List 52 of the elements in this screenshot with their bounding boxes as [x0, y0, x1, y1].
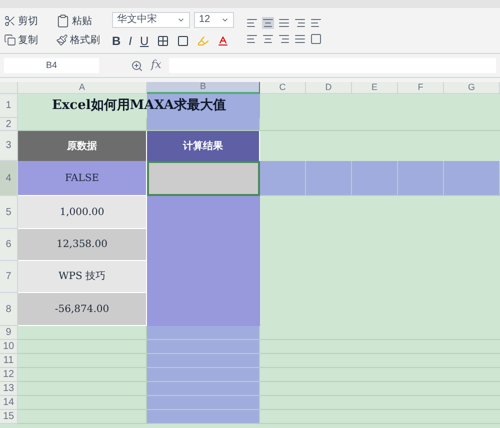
row-header[interactable]: 1	[0, 94, 18, 118]
italic-button[interactable]: I	[128, 32, 132, 50]
row-header[interactable]: 8	[0, 293, 18, 326]
table-cell: 1,000.00	[18, 196, 147, 229]
row-header[interactable]: 13	[0, 382, 18, 396]
align-center-icon[interactable]	[262, 32, 274, 44]
row-header[interactable]: 6	[0, 229, 18, 261]
row-header[interactable]: 5	[0, 196, 18, 229]
column-header[interactable]: A	[18, 82, 147, 94]
font-size-field[interactable]: 12	[194, 12, 234, 28]
column-header[interactable]: C	[260, 82, 306, 94]
cut-button[interactable]: 剪切	[4, 14, 48, 28]
font-name-field[interactable]: 华文中宋	[112, 12, 190, 28]
align-right-icon[interactable]	[278, 32, 290, 44]
scissors-icon	[4, 15, 16, 27]
borders-icon[interactable]	[156, 34, 169, 46]
table-cell: 12,358.00	[18, 229, 147, 261]
copy-icon	[4, 34, 16, 46]
table-cell: FALSE	[18, 161, 147, 196]
font-color-icon[interactable]	[216, 34, 229, 46]
row-header[interactable]: 11	[0, 354, 18, 368]
clipboard-icon	[56, 14, 70, 28]
column-header[interactable]: D	[306, 82, 352, 94]
row-header[interactable]: 9	[0, 326, 18, 340]
column-header[interactable]: G	[444, 82, 500, 94]
underline-button[interactable]: U	[140, 32, 149, 50]
selected-cell[interactable]	[147, 161, 260, 196]
row-header[interactable]: 10	[0, 340, 18, 354]
row-header[interactable]: 14	[0, 396, 18, 410]
row-header[interactable]: 4	[0, 161, 18, 196]
name-box[interactable]: B4	[4, 58, 99, 73]
brush-button[interactable]: 格式刷	[56, 32, 100, 48]
copy-button[interactable]: 复制	[4, 32, 48, 48]
row-header[interactable]: 3	[0, 131, 18, 161]
column-header[interactable]: E	[352, 82, 398, 94]
header-cell: 计算结果	[147, 131, 260, 161]
row-header[interactable]: 12	[0, 368, 18, 382]
column-header[interactable]: B	[147, 82, 260, 94]
brush-icon	[56, 34, 68, 46]
header-cell: 原数据	[18, 131, 147, 161]
table-cell: -56,874.00	[18, 293, 147, 326]
row-header[interactable]: 7	[0, 261, 18, 293]
row-header[interactable]: 15	[0, 410, 18, 424]
bold-button[interactable]: B	[112, 32, 121, 50]
row-header[interactable]: 2	[0, 118, 18, 131]
function-icon[interactable]: fx	[151, 57, 162, 74]
justify-icon[interactable]	[294, 32, 306, 44]
table-cell: WPS 技巧	[18, 261, 147, 293]
zoom-icon[interactable]	[131, 60, 143, 72]
align-left-icon[interactable]	[246, 32, 258, 44]
column-header[interactable]: F	[398, 82, 444, 94]
paste-button[interactable]: 粘贴	[56, 14, 100, 28]
